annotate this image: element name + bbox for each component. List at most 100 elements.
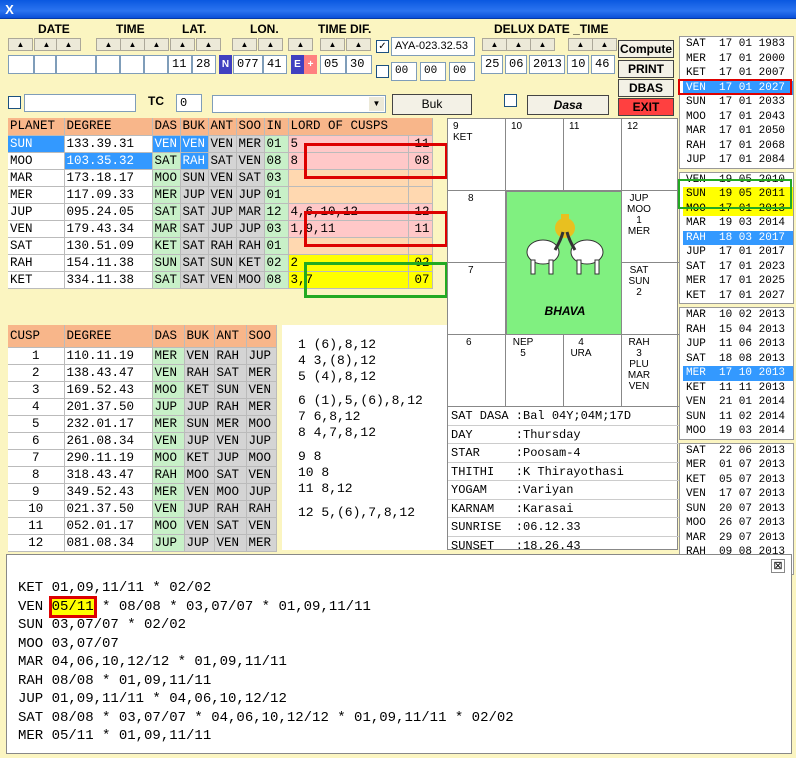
cusp-row[interactable]: 12 081.08.34 JUP JUP VEN MER — [8, 534, 277, 552]
spinner-up-0[interactable]: ▲ — [8, 38, 33, 51]
lon-min-field[interactable]: 41 — [263, 55, 287, 74]
dasa-item[interactable]: JUP 17 01 2017 — [683, 245, 793, 260]
planet-row[interactable]: MER 117.09.33 MER JUP VEN JUP 01 — [8, 186, 433, 204]
dasa-item[interactable]: SUN 20 07 2013 — [683, 502, 793, 517]
cusp-row[interactable]: 8 318.43.47 RAH MOO SAT VEN — [8, 466, 277, 484]
name-field[interactable] — [24, 94, 136, 112]
cusp-row[interactable]: 11 052.01.17 MOO VEN SAT VEN — [8, 517, 277, 535]
spinner-up-3[interactable]: ▲ — [96, 38, 121, 51]
cusp-row[interactable]: 4 201.37.50 JUP JUP RAH MER — [8, 398, 277, 416]
lat-deg-field[interactable]: 11 — [168, 55, 192, 74]
cusp-row[interactable]: 5 232.01.17 MER SUN MER MOO — [8, 415, 277, 433]
dasa-item[interactable]: SAT 18 08 2013 — [683, 352, 793, 367]
dasa-item[interactable]: MOO 19 03 2014 — [683, 424, 793, 439]
spinner-up-4[interactable]: ▲ — [120, 38, 145, 51]
chevron-down-icon[interactable]: ▼ — [369, 97, 384, 111]
lat-min-field[interactable]: 28 — [192, 55, 216, 74]
tz-sign-toggle[interactable]: + — [304, 55, 317, 74]
cusp-row[interactable]: 10 021.37.50 VEN JUP RAH RAH — [8, 500, 277, 518]
spinner-up-11[interactable]: ▲ — [320, 38, 345, 51]
aya-field[interactable]: AYA-023.32.53 — [391, 37, 475, 56]
delux-month-field[interactable]: 06 — [505, 55, 527, 74]
spinner-up-7[interactable]: ▲ — [196, 38, 221, 51]
dasa-item[interactable]: RAH 18 03 2017 — [683, 230, 793, 245]
dasa-item[interactable]: MOO 26 07 2013 — [683, 516, 793, 531]
t2-field[interactable]: 00 — [420, 62, 446, 81]
t1-field[interactable]: 00 — [391, 62, 417, 81]
timedif-min-field[interactable]: 30 — [346, 55, 372, 74]
dasa-item[interactable]: SAT 17 01 2023 — [683, 260, 793, 275]
delux-day-field[interactable]: 25 — [481, 55, 503, 74]
dasa-item[interactable]: MER 01 07 2013 — [683, 458, 793, 473]
spinner-up-17[interactable]: ▲ — [592, 38, 617, 51]
dasa-item[interactable]: MER 17 10 2013 — [683, 366, 793, 381]
dasa-item[interactable]: MAR 29 07 2013 — [683, 531, 793, 546]
month-field[interactable] — [34, 55, 56, 74]
exit-button[interactable]: EXIT — [618, 98, 674, 116]
dasa-item[interactable]: MAR 17 01 2050 — [683, 124, 793, 139]
lon-dir-toggle[interactable]: E — [291, 55, 304, 74]
dasa-item[interactable]: SAT 22 06 2013 — [683, 444, 793, 459]
lon-deg-field[interactable]: 077 — [233, 55, 263, 74]
year-field[interactable] — [56, 55, 96, 74]
spinner-up-13[interactable]: ▲ — [482, 38, 507, 51]
place-select[interactable]: ▼ — [212, 95, 386, 113]
spinner-up-2[interactable]: ▲ — [56, 38, 81, 51]
t3-field[interactable]: 00 — [449, 62, 475, 81]
dasa-item[interactable]: JUP 17 01 2084 — [683, 153, 793, 168]
delux-hour-field[interactable]: 10 — [567, 55, 589, 74]
dasa-item[interactable]: VEN 17 07 2013 — [683, 487, 793, 502]
dasa-item[interactable]: MER 17 01 2025 — [683, 274, 793, 289]
dasa-checkbox[interactable] — [504, 94, 517, 107]
dasa-item[interactable]: KET 17 01 2027 — [683, 289, 793, 304]
dasa-item[interactable]: KET 05 07 2013 — [683, 473, 793, 488]
dasa-item[interactable]: VEN 21 01 2014 — [683, 395, 793, 410]
delux-year-field[interactable]: 2013 — [529, 55, 565, 74]
dasa-item[interactable]: MAR 19 03 2014 — [683, 216, 793, 231]
second-field[interactable] — [144, 55, 168, 74]
close-icon[interactable]: ⊠ — [771, 559, 785, 573]
dasa-item[interactable]: SUN 17 01 2033 — [683, 95, 793, 110]
spinner-up-10[interactable]: ▲ — [288, 38, 313, 51]
dasa-item[interactable]: KET 11 11 2013 — [683, 381, 793, 396]
dasa-item[interactable]: RAH 17 01 2068 — [683, 139, 793, 154]
tc-field[interactable]: 0 — [176, 94, 202, 112]
cusp-row[interactable]: 6 261.08.34 VEN JUP VEN JUP — [8, 432, 277, 450]
dasa-item[interactable]: JUP 11 06 2013 — [683, 337, 793, 352]
spinner-up-8[interactable]: ▲ — [232, 38, 257, 51]
timedif-hour-field[interactable]: 05 — [320, 55, 346, 74]
lat-dir-toggle[interactable]: N — [219, 55, 232, 74]
aya-checkbox[interactable]: ✓ — [376, 40, 389, 53]
spinner-up-12[interactable]: ▲ — [346, 38, 371, 51]
day-field[interactable] — [8, 55, 34, 74]
cusp-row[interactable]: 2 138.43.47 VEN RAH SAT MER — [8, 364, 277, 382]
dasa-list[interactable]: SAT 17 01 1983 MER 17 01 2000 KET 17 01 20… — [679, 36, 794, 578]
print-button[interactable]: PRINT — [618, 60, 674, 78]
cusp-cell: VEN — [152, 364, 185, 382]
spinner-up-14[interactable]: ▲ — [506, 38, 531, 51]
hour-field[interactable] — [96, 55, 120, 74]
dasa-item[interactable]: SAT 17 01 1983 — [683, 37, 793, 52]
spinner-up-6[interactable]: ▲ — [170, 38, 195, 51]
delux-min-field[interactable]: 46 — [591, 55, 615, 74]
minute-field[interactable] — [120, 55, 144, 74]
dasa-item[interactable]: MAR 10 02 2013 — [683, 308, 793, 323]
dasa-item[interactable]: SUN 11 02 2014 — [683, 410, 793, 425]
time-checkbox[interactable] — [376, 65, 389, 78]
buk-button[interactable]: Buk — [392, 94, 472, 115]
cusp-row[interactable]: 9 349.52.43 MER VEN MOO JUP — [8, 483, 277, 501]
cusp-row[interactable]: 1 110.11.19 MER VEN RAH JUP — [8, 347, 277, 365]
compute-button[interactable]: Compute — [618, 40, 674, 58]
dasa-item[interactable]: MOO 17 01 2043 — [683, 110, 793, 125]
option-checkbox[interactable] — [8, 96, 21, 109]
cusp-row[interactable]: 7 290.11.19 MOO KET JUP MOO — [8, 449, 277, 467]
spinner-up-9[interactable]: ▲ — [258, 38, 283, 51]
dbas-button[interactable]: DBAS — [618, 79, 674, 97]
spinner-up-16[interactable]: ▲ — [568, 38, 593, 51]
cusp-row[interactable]: 3 169.52.43 MOO KET SUN VEN — [8, 381, 277, 399]
spinner-up-15[interactable]: ▲ — [530, 38, 555, 51]
spinner-up-5[interactable]: ▲ — [144, 38, 169, 51]
dasa-item[interactable]: RAH 15 04 2013 — [683, 323, 793, 338]
dasa-button[interactable]: Dasa — [527, 95, 609, 115]
dasa-item[interactable]: MER 17 01 2000 — [683, 52, 793, 67]
